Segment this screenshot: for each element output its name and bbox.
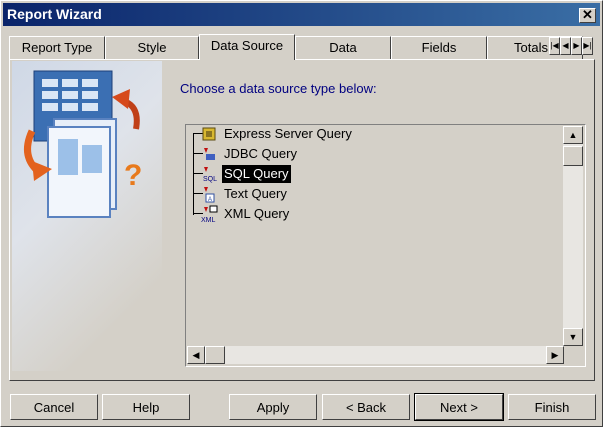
apply-button[interactable]: Apply xyxy=(229,394,317,420)
svg-text:?: ? xyxy=(124,159,142,192)
data-source-prompt: Choose a data source type below: xyxy=(180,81,377,96)
horizontal-scroll-thumb[interactable] xyxy=(205,346,225,364)
tab-scroll-arrows: |◀ ◀ ▶ ▶| xyxy=(549,37,593,55)
tree-item-text-query[interactable]: Text Query xyxy=(222,185,289,203)
tree-item-express-server-query[interactable]: Express Server Query xyxy=(222,125,354,143)
cancel-button[interactable]: Cancel xyxy=(10,394,98,420)
scroll-down-icon[interactable]: ▼ xyxy=(563,328,583,346)
tree-item-xml-query[interactable]: XML Query xyxy=(222,205,291,223)
tab-fields[interactable]: Fields xyxy=(391,36,487,60)
tree-connector-line xyxy=(193,133,194,215)
vertical-scrollbar[interactable]: ▲ ▼ xyxy=(563,126,583,346)
window-title: Report Wizard xyxy=(7,6,102,22)
tree-item-sql-query[interactable]: SQL Query xyxy=(222,165,291,183)
tab-next-icon[interactable]: ▶ xyxy=(571,37,582,55)
scroll-right-icon[interactable]: ▶ xyxy=(546,346,564,364)
vertical-scroll-thumb[interactable] xyxy=(563,146,583,166)
tab-data[interactable]: Data xyxy=(295,36,391,60)
sql-icon: SQL xyxy=(203,167,217,183)
close-icon[interactable]: ✕ xyxy=(579,8,596,23)
tab-strip: Report Type Style Data Source Data Field… xyxy=(9,34,595,60)
back-button[interactable]: < Back xyxy=(322,394,410,420)
tab-prev-icon[interactable]: ◀ xyxy=(560,37,571,55)
scroll-left-icon[interactable]: ◀ xyxy=(187,346,205,364)
tab-report-type[interactable]: Report Type xyxy=(9,36,105,60)
tab-data-source[interactable]: Data Source xyxy=(199,34,295,60)
finish-button[interactable]: Finish xyxy=(508,394,596,420)
horizontal-scrollbar[interactable]: ◀ ▶ xyxy=(187,346,564,364)
data-source-tree[interactable]: Express Server Query JDBC Query SQL SQL … xyxy=(185,124,586,367)
help-button[interactable]: Help xyxy=(102,394,190,420)
jdbc-icon xyxy=(204,148,215,160)
next-button[interactable]: Next > xyxy=(414,393,504,421)
text-query-icon: A xyxy=(204,187,215,203)
wizard-illustration: ? xyxy=(12,61,162,371)
tree-item-jdbc-query[interactable]: JDBC Query xyxy=(222,145,299,163)
svg-text:XML: XML xyxy=(201,217,216,223)
tab-first-icon[interactable]: |◀ xyxy=(549,37,560,55)
scroll-up-icon[interactable]: ▲ xyxy=(563,126,583,144)
xml-icon: XML xyxy=(201,205,218,223)
express-server-icon xyxy=(202,127,216,141)
data-source-illustration-icon: ? xyxy=(24,70,142,218)
svg-text:A: A xyxy=(208,197,212,203)
title-bar: Report Wizard ✕ xyxy=(3,3,600,26)
tab-style[interactable]: Style xyxy=(105,36,199,60)
report-wizard-window: Report Wizard ✕ Report Type Style Data S… xyxy=(0,0,603,427)
tab-last-icon[interactable]: ▶| xyxy=(582,37,593,55)
svg-text:SQL: SQL xyxy=(203,176,217,183)
